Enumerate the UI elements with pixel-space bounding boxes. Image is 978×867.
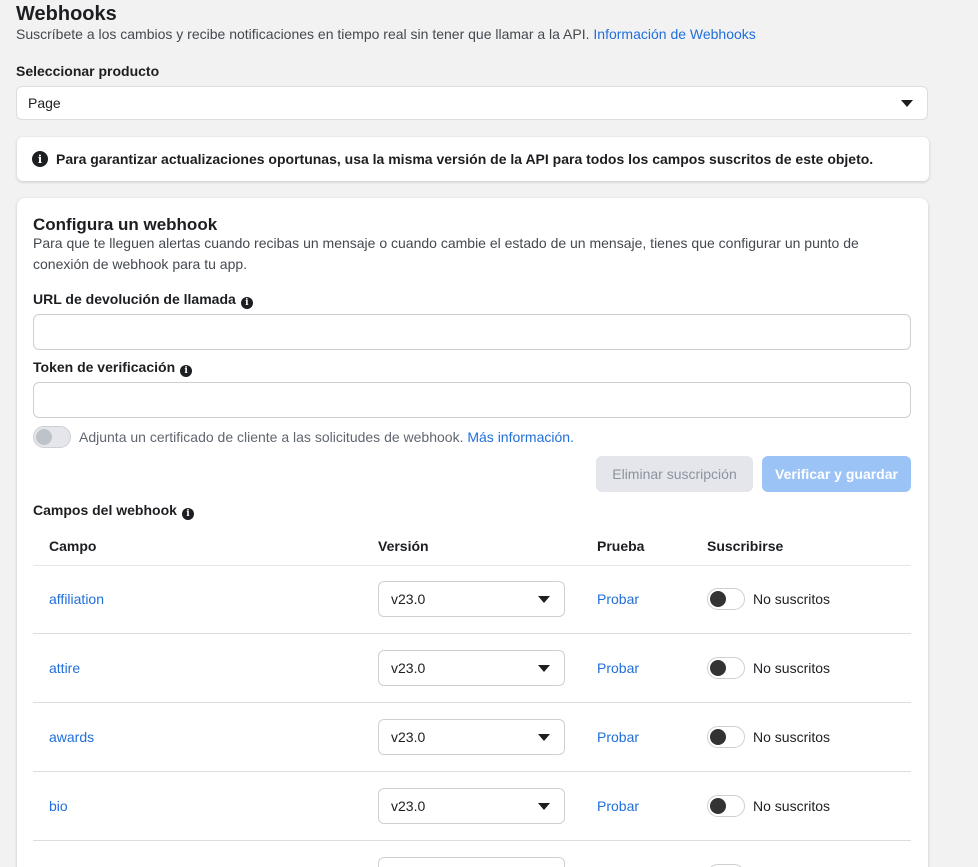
toggle-knob xyxy=(710,591,726,607)
subscribe-cell: No suscritos xyxy=(707,657,830,679)
info-icon[interactable]: i xyxy=(181,508,194,520)
subscribe-status: No suscritos xyxy=(753,729,831,745)
version-select[interactable] xyxy=(378,857,565,867)
test-link[interactable]: Probar xyxy=(597,660,639,676)
verify-save-button[interactable]: Verificar y guardar xyxy=(762,456,911,492)
webhook-fields-label: Campos del webhook i xyxy=(33,502,194,520)
version-select[interactable]: v23.0 xyxy=(378,719,565,755)
version-select[interactable]: v23.0 xyxy=(378,788,565,824)
config-description: Para que te lleguen alertas cuando recib… xyxy=(33,235,859,272)
product-selected-value: Page xyxy=(28,95,61,111)
table-row: affiliation v23.0 Probar No suscritos xyxy=(33,565,911,634)
subscribe-cell: No suscritos xyxy=(707,726,830,748)
column-header-test: Prueba xyxy=(597,538,645,554)
client-cert-text: Adjunta un certificado de cliente a las … xyxy=(79,429,464,445)
info-icon[interactable]: i xyxy=(240,297,253,309)
chevron-down-icon xyxy=(901,99,913,107)
column-header-version: Versión xyxy=(378,538,429,554)
subtitle-text: Suscríbete a los cambios y recibe notifi… xyxy=(16,26,590,42)
verify-token-input[interactable] xyxy=(33,382,911,418)
info-icon: i xyxy=(32,151,48,167)
verify-token-label: Token de verificación i xyxy=(33,359,193,377)
subscribe-status: No suscritos xyxy=(753,660,831,676)
product-select[interactable]: Page xyxy=(16,86,928,120)
field-name-link[interactable]: bio xyxy=(49,798,68,814)
subscribe-toggle[interactable] xyxy=(707,795,745,817)
subscribe-toggle[interactable] xyxy=(707,726,745,748)
subscribe-toggle[interactable] xyxy=(707,657,745,679)
client-cert-toggle[interactable] xyxy=(33,426,71,448)
toggle-knob xyxy=(710,798,726,814)
field-name-link[interactable]: affiliation xyxy=(49,591,104,607)
api-version-notice: i Para garantizar actualizaciones oportu… xyxy=(17,137,929,181)
chevron-down-icon xyxy=(538,664,550,672)
notice-text: Para garantizar actualizaciones oportuna… xyxy=(56,151,874,167)
info-icon[interactable]: i xyxy=(180,365,193,377)
test-link[interactable]: Probar xyxy=(597,729,639,745)
table-row: attire v23.0 Probar No suscritos xyxy=(33,634,911,703)
subscribe-toggle[interactable] xyxy=(707,588,745,610)
fields-table-header: Campo Versión Prueba Suscribirse xyxy=(33,532,911,566)
chevron-down-icon xyxy=(538,733,550,741)
field-name-link[interactable]: awards xyxy=(49,729,94,745)
chevron-down-icon xyxy=(538,802,550,810)
callback-url-label: URL de devolución de llamada i xyxy=(33,291,253,309)
field-name-link[interactable]: attire xyxy=(49,660,80,676)
table-row xyxy=(33,841,911,867)
page-subtitle: Suscríbete a los cambios y recibe notifi… xyxy=(16,26,756,42)
subscribe-cell: No suscritos xyxy=(707,588,830,610)
table-row: awards v23.0 Probar No suscritos xyxy=(33,703,911,772)
version-select[interactable]: v23.0 xyxy=(378,581,565,617)
version-select[interactable]: v23.0 xyxy=(378,650,565,686)
product-label: Seleccionar producto xyxy=(16,63,160,79)
subscribe-status: No suscritos xyxy=(753,798,831,814)
column-header-subscribe: Suscribirse xyxy=(707,538,784,554)
webhook-config-card: Configura un webhook Para que te lleguen… xyxy=(17,198,928,867)
webhooks-info-link[interactable]: Información de Webhooks xyxy=(593,26,755,42)
delete-subscription-button[interactable]: Eliminar suscripción xyxy=(596,456,753,492)
table-row: bio v23.0 Probar No suscritos xyxy=(33,772,911,841)
page-title: Webhooks xyxy=(16,3,117,25)
chevron-down-icon xyxy=(538,595,550,603)
subscribe-status: No suscritos xyxy=(753,591,831,607)
toggle-knob xyxy=(36,429,52,445)
toggle-knob xyxy=(710,660,726,676)
toggle-knob xyxy=(710,729,726,745)
column-header-field: Campo xyxy=(49,538,97,554)
test-link[interactable]: Probar xyxy=(597,798,639,814)
client-cert-row: Adjunta un certificado de cliente a las … xyxy=(33,426,574,448)
more-info-link[interactable]: Más información. xyxy=(467,429,574,445)
callback-url-input[interactable] xyxy=(33,314,911,350)
test-link[interactable]: Probar xyxy=(597,591,639,607)
subscribe-cell: No suscritos xyxy=(707,795,830,817)
config-title: Configura un webhook xyxy=(33,215,218,234)
